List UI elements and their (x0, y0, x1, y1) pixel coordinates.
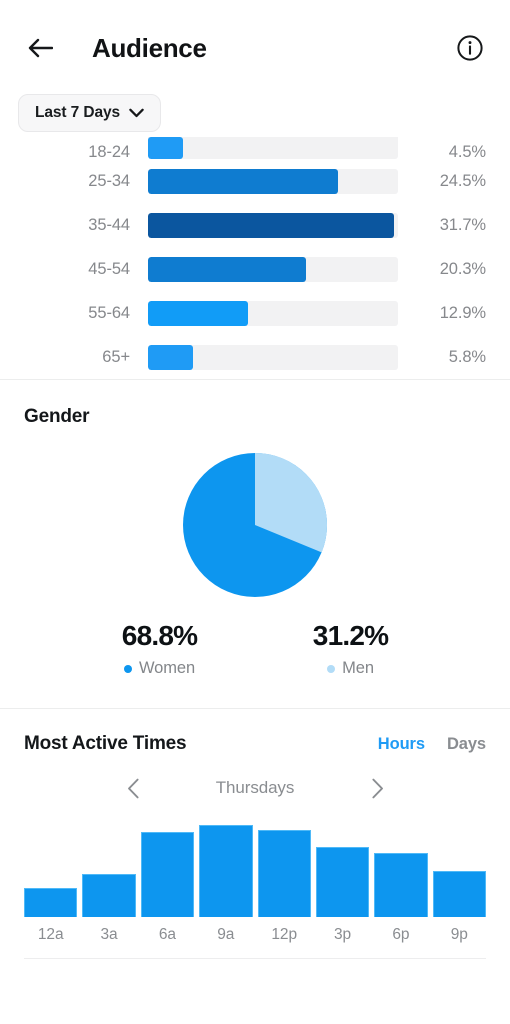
gender-section-title: Gender (24, 406, 90, 427)
hour-axis-label: 12p (271, 926, 297, 943)
gender-pie-chart (24, 452, 486, 598)
most-active-times-tabs: Hours Days (378, 735, 486, 754)
info-circle-icon (457, 35, 483, 61)
age-range-chart: 18-24 4.5% 25-34 24.5% 35-44 31.7% 45-54 20.3% 5… (0, 132, 510, 379)
previous-day-button[interactable] (120, 775, 146, 801)
age-range-bar (148, 212, 395, 238)
age-range-bar (148, 168, 339, 194)
age-range-percent: 4.5% (448, 143, 486, 161)
age-range-percent: 24.5% (439, 171, 486, 190)
gender-stats: 68.8% Women 31.2% Men (24, 620, 486, 678)
hourly-activity-chart (24, 825, 486, 917)
age-range-track (148, 212, 398, 238)
hour-axis-label: 12a (37, 926, 64, 943)
gender-stat-women: 68.8% Women (64, 620, 255, 678)
age-range-bar (148, 137, 183, 159)
age-range-percent: 20.3% (439, 259, 486, 278)
age-range-bar (148, 256, 306, 282)
age-range-row: 65+ 5.8% (0, 335, 510, 379)
age-range-bar (148, 300, 249, 326)
legend-dot-women (123, 664, 132, 673)
age-range-label: 25-34 (88, 171, 130, 190)
gender-stat-men: 31.2% Men (255, 620, 446, 678)
tab-days[interactable]: Days (447, 735, 486, 754)
women-legend: Women (64, 659, 255, 678)
hour-bar (199, 825, 253, 917)
hour-axis-label: 3p (334, 926, 352, 943)
age-range-percent: 5.8% (448, 347, 486, 366)
back-button[interactable] (20, 28, 60, 68)
age-range-row: 35-44 31.7% (0, 203, 510, 247)
age-range-row: 25-34 24.5% (0, 159, 510, 203)
men-legend: Men (255, 659, 446, 678)
pie-chart-graphic (183, 453, 328, 597)
age-range-percent: 12.9% (439, 303, 486, 322)
audience-insights-screen: Audience Last 7 Days 18-24 4.5% 25-34 24.5%… (0, 0, 510, 1024)
hour-bar (257, 829, 311, 917)
tab-hours[interactable]: Hours (378, 735, 425, 754)
age-range-track (148, 344, 398, 370)
legend-dot-men (327, 664, 336, 673)
filter-row: Last 7 Days (0, 94, 510, 132)
hour-bar (374, 852, 428, 917)
age-range-label: 55-64 (88, 303, 130, 322)
age-range-label: 65+ (102, 347, 130, 366)
most-active-times-section: Most Active Times Hours Days Thursdays 1… (0, 709, 510, 959)
next-day-button[interactable] (364, 775, 390, 801)
age-range-row: 55-64 12.9% (0, 291, 510, 335)
age-range-track (148, 256, 398, 282)
hour-bar (82, 873, 136, 917)
chevron-left-icon (127, 778, 139, 798)
day-navigator: Thursdays (24, 775, 486, 801)
age-range-row: 45-54 20.3% (0, 247, 510, 291)
hour-axis-label: 9p (450, 926, 468, 943)
bottom-divider (24, 958, 486, 959)
women-percent: 68.8% (121, 620, 198, 651)
hour-bar (24, 888, 78, 917)
age-range-percent: 31.7% (439, 215, 486, 234)
age-range-track (148, 137, 398, 159)
date-range-dropdown[interactable]: Last 7 Days (18, 94, 162, 132)
chevron-right-icon (371, 778, 383, 798)
hourly-axis-labels: 12a 3a 6a 9a 12p 3p 6p 9p (24, 926, 486, 944)
info-button[interactable] (452, 30, 488, 66)
age-range-row: 18-24 4.5% (0, 137, 510, 161)
most-active-times-title: Most Active Times (24, 733, 187, 754)
age-range-track (148, 168, 398, 194)
most-active-times-header: Most Active Times Hours Days (24, 733, 486, 755)
age-range-label: 18-24 (88, 143, 130, 161)
hour-bar (315, 847, 370, 917)
arrow-left-icon (28, 38, 53, 58)
chevron-down-icon (129, 108, 144, 118)
hour-axis-label: 9a (217, 926, 235, 943)
hour-axis-label: 6p (392, 926, 410, 943)
women-label: Women (138, 659, 196, 677)
hour-bar (140, 832, 195, 917)
age-range-label: 35-44 (88, 215, 130, 234)
age-range-bar (148, 344, 194, 370)
gender-section: Gender 68.8% Women 31.2% Men (0, 380, 510, 708)
hour-bar (432, 871, 486, 917)
men-label: Men (342, 659, 374, 677)
hour-axis-label: 6a (158, 926, 176, 943)
page-title: Audience (92, 32, 207, 63)
hour-axis-label: 3a (100, 926, 118, 943)
app-header: Audience (0, 0, 510, 96)
age-range-track (148, 300, 398, 326)
men-percent: 31.2% (312, 620, 389, 651)
current-day-label: Thursdays (215, 778, 295, 797)
age-range-label: 45-54 (88, 259, 130, 278)
date-range-label: Last 7 Days (35, 104, 121, 121)
